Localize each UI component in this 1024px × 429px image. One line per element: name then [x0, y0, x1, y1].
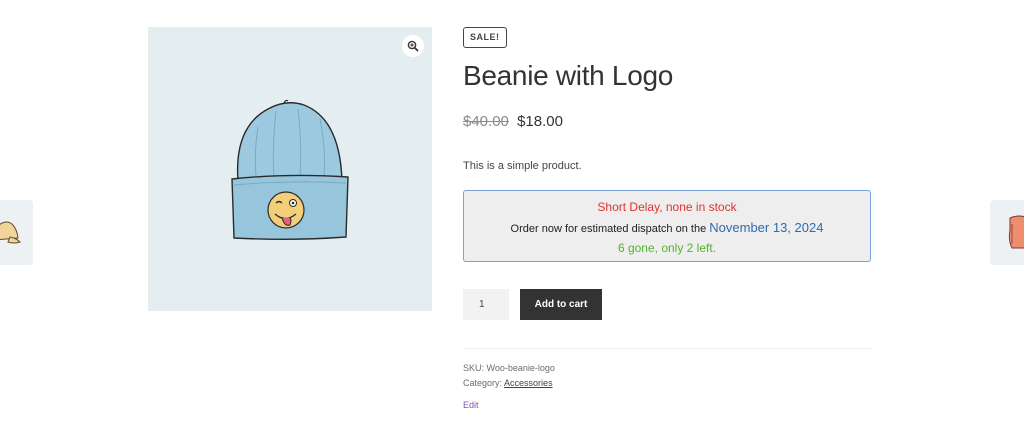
sale-badge: SALE! — [463, 27, 507, 48]
magnifier-plus-icon — [407, 40, 419, 52]
category-label: Category: — [463, 378, 503, 388]
sku-value: Woo-beanie-logo — [486, 363, 555, 373]
stock-status: Short Delay, none in stock — [597, 200, 737, 214]
category-link-accessories[interactable]: Accessories — [504, 378, 553, 388]
add-to-cart-form: Add to cart — [463, 289, 873, 320]
next-product-link[interactable] — [990, 200, 1024, 265]
dispatch-prefix: Order now for estimated dispatch on the — [510, 223, 707, 235]
sku-label: SKU: — [463, 363, 485, 373]
cap-thumbnail — [0, 221, 21, 244]
hoodie-thumbnail — [1008, 215, 1024, 249]
product-meta: SKU: Woo-beanie-logo Category: Accessori… — [463, 361, 873, 391]
sale-price: $18.00 — [517, 113, 563, 130]
stock-remaining: 6 gone, only 2 left. — [617, 241, 717, 255]
add-to-cart-button[interactable]: Add to cart — [520, 289, 602, 320]
sku-row: SKU: Woo-beanie-logo — [463, 361, 873, 376]
edit-link[interactable]: Edit — [463, 400, 873, 410]
dispatch-estimate: Order now for estimated dispatch on the … — [464, 219, 870, 238]
original-price: $40.00 — [463, 113, 509, 130]
divider — [463, 348, 873, 349]
product-short-description: This is a simple product. — [463, 160, 582, 172]
quantity-input[interactable] — [463, 289, 509, 320]
product-price: $40.00 $18.00 — [463, 112, 873, 132]
product-page: SALE! Beanie with Logo $40.00 $18.00 Thi… — [0, 0, 1024, 429]
zoom-button[interactable] — [402, 35, 424, 57]
stock-notice-box: Short Delay, none in stock Order now for… — [463, 190, 871, 262]
category-row: Category: Accessories — [463, 376, 873, 391]
previous-product-link[interactable] — [0, 200, 33, 265]
beanie-product-image — [231, 99, 349, 240]
product-title: Beanie with Logo — [463, 60, 674, 91]
product-image-gallery — [148, 27, 432, 311]
product-summary: SALE! Beanie with Logo $40.00 $18.00 Thi… — [463, 27, 873, 410]
dispatch-date: November 13, 2024 — [709, 220, 824, 235]
